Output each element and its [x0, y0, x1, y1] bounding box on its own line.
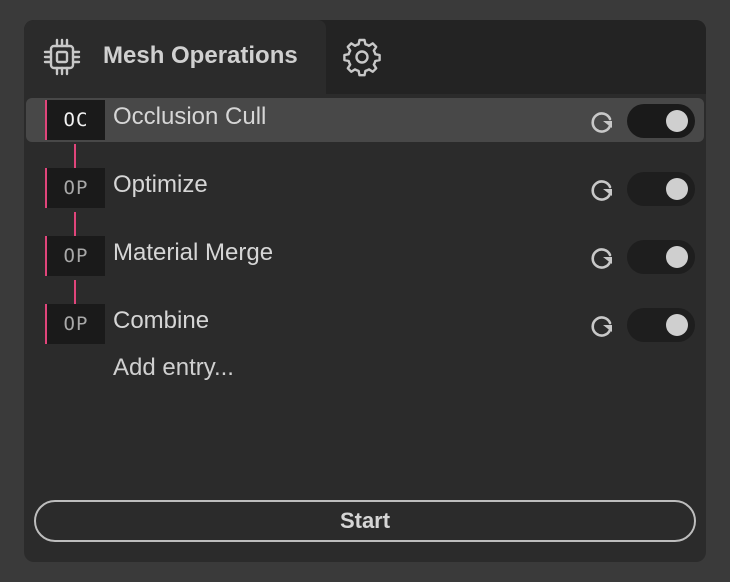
enable-toggle[interactable] [627, 240, 695, 274]
toggle-knob [666, 178, 688, 200]
chain-connector [74, 280, 76, 304]
enable-toggle[interactable] [627, 104, 695, 138]
add-entry-link[interactable]: Add entry... [113, 354, 234, 382]
operation-label: Optimize [113, 171, 208, 198]
tab-mesh-operations[interactable]: Mesh Operations [24, 20, 326, 94]
mesh-operations-panel: Mesh Operations OC Occlusion Cull OP Opt… [24, 20, 706, 562]
refresh-icon[interactable] [588, 108, 616, 136]
list-item-material-merge[interactable]: OP Material Merge [26, 234, 704, 278]
tab-bar: Mesh Operations [24, 20, 706, 94]
gear-icon[interactable] [342, 37, 382, 77]
operation-type-badge: OP [45, 168, 105, 208]
chain-connector [74, 144, 76, 168]
enable-toggle[interactable] [627, 172, 695, 206]
toggle-knob [666, 246, 688, 268]
cpu-chip-icon [43, 38, 81, 76]
operation-label: Occlusion Cull [113, 103, 267, 130]
refresh-icon[interactable] [588, 176, 616, 204]
start-button[interactable]: Start [34, 500, 696, 542]
toggle-knob [666, 110, 688, 132]
toggle-knob [666, 314, 688, 336]
enable-toggle[interactable] [627, 308, 695, 342]
list-item-optimize[interactable]: OP Optimize [26, 166, 704, 210]
tab-title: Mesh Operations [103, 42, 298, 69]
operation-label: Material Merge [113, 239, 274, 266]
operation-type-badge: OP [45, 236, 105, 276]
operation-type-badge: OP [45, 304, 105, 344]
refresh-icon[interactable] [588, 244, 616, 272]
operation-type-badge: OC [45, 100, 105, 140]
list-item-occlusion-cull[interactable]: OC Occlusion Cull [26, 98, 704, 142]
list-item-combine[interactable]: OP Combine [26, 302, 704, 346]
operation-label: Combine [113, 307, 210, 334]
chain-connector [74, 212, 76, 236]
refresh-icon[interactable] [588, 312, 616, 340]
